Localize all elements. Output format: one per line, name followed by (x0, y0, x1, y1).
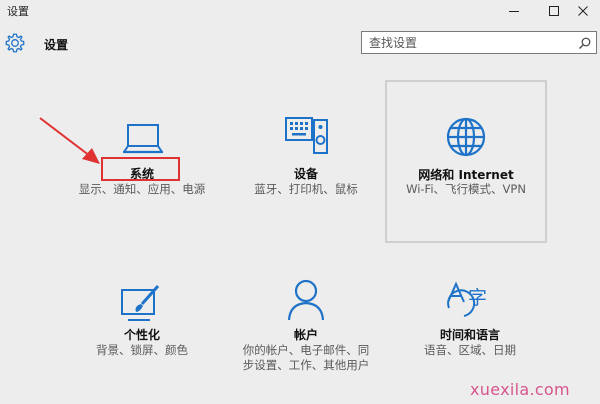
tile-label: 网络和 Internet (418, 168, 514, 182)
red-arrow-icon (39, 117, 100, 164)
minimize-icon (509, 11, 519, 12)
svg-text:字: 字 (468, 287, 487, 309)
gear-icon (5, 33, 25, 53)
tile-description: 你的帐户、电子邮件、同步设置、工作、其他用户 (242, 343, 370, 372)
tile-time-language[interactable]: 字 时间和语言 语音、区域、日期 (400, 276, 540, 371)
person-icon (287, 279, 325, 321)
close-button[interactable] (566, 0, 600, 22)
tile-devices[interactable]: 设备 蓝牙、打印机、鼠标 (236, 108, 376, 218)
search-icon[interactable] (578, 36, 592, 50)
window-title: 设置 (7, 5, 29, 18)
personalization-icon (121, 285, 160, 321)
maximize-icon (549, 6, 559, 16)
minimize-button[interactable] (497, 0, 531, 22)
tile-accounts[interactable]: 帐户 你的帐户、电子邮件、同步设置、工作、其他用户 (236, 276, 376, 394)
watermark: xuexila.com (470, 380, 570, 399)
tile-description: 语音、区域、日期 (424, 343, 516, 357)
laptop-icon (123, 124, 163, 154)
devices-icon (285, 117, 328, 154)
page-title: 设置 (44, 38, 69, 52)
globe-icon (446, 117, 486, 157)
tile-label: 帐户 (293, 328, 318, 342)
search-box[interactable] (361, 31, 597, 54)
tile-personalization[interactable]: 个性化 背景、锁屏、颜色 (72, 276, 212, 371)
search-input[interactable] (362, 32, 572, 53)
tile-label: 个性化 (123, 328, 160, 342)
tile-description: Wi-Fi、飞行模式、VPN (406, 182, 526, 196)
tile-label: 时间和语言 (439, 328, 500, 342)
highlight-box (101, 157, 180, 181)
close-icon (578, 6, 588, 16)
tile-label: 设备 (293, 167, 318, 181)
tile-description: 蓝牙、打印机、鼠标 (254, 182, 358, 196)
tile-network[interactable]: 网络和 Internet Wi-Fi、飞行模式、VPN (385, 80, 547, 243)
tile-description: 背景、锁屏、颜色 (96, 343, 188, 357)
tile-description: 显示、通知、应用、电源 (78, 182, 206, 196)
time-language-icon: 字 (447, 281, 487, 317)
title-bar: 设置 (0, 0, 600, 22)
